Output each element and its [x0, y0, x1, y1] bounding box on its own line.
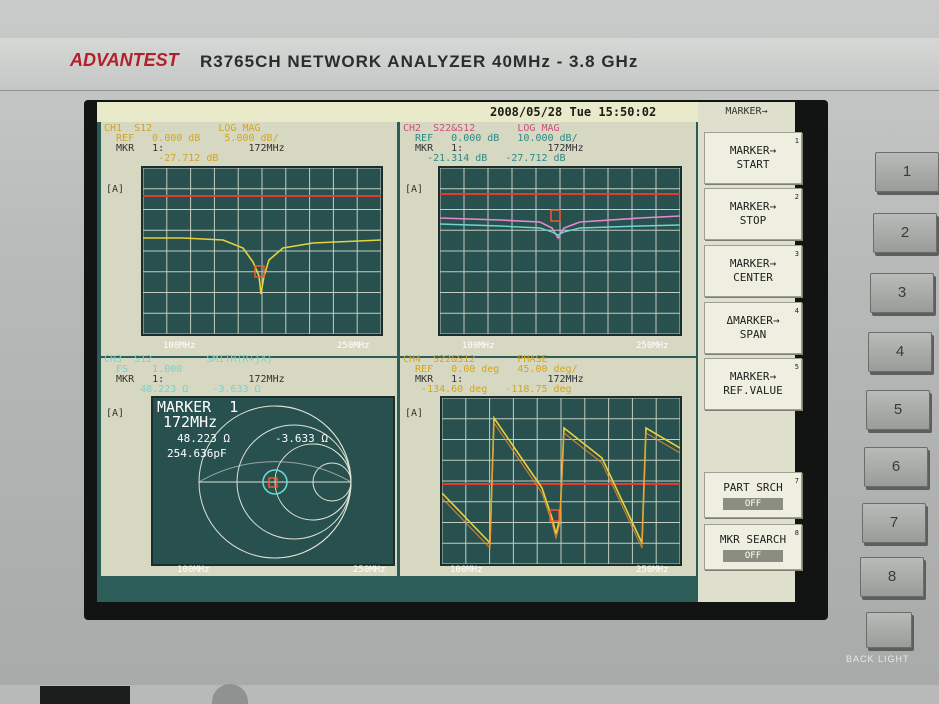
marker-search-label: MKR SEARCH [719, 532, 787, 546]
part-search-state: OFF [723, 497, 783, 510]
softkey-marker-ref-value[interactable]: 5 MARKER→ REF.VALUE [704, 358, 802, 410]
ch4-header-4: -134.60 deg -118.75 deg [403, 384, 572, 395]
hardkey-8[interactable]: 8 [860, 557, 924, 597]
softkey-5-line1: MARKER→ [729, 370, 777, 383]
ch4-panel: CH4 S22&S12 PHASE REF 0.00 deg 45.00 deg… [400, 354, 696, 576]
softkey-part-search[interactable]: 7 PART SRCH OFF [704, 472, 802, 518]
ch1-panel: CH1 S12 LOG MAG REF 0.000 dB 5.000 dB/ M… [101, 122, 397, 356]
smith-marker-resistance: 48.223 Ω [177, 432, 230, 445]
ch1-start-freq: 100MHz [163, 341, 196, 351]
smith-marker-freq: 172MHz [163, 413, 218, 431]
softkey-1-line2: START [736, 158, 770, 171]
ch3-stop-freq: 250MHz [353, 565, 386, 575]
hardkey-2[interactable]: 2 [873, 213, 937, 253]
softkey-3-num: 3 [794, 250, 799, 258]
datetime-readout: 2008/05/28 Tue 15:50:02 [490, 105, 657, 119]
softkey-marker-center[interactable]: 3 MARKER→ CENTER [704, 245, 802, 297]
ch2-panel: CH2 S22&S12 LOG MAG REF 0.000 dB 10.000 … [400, 122, 696, 356]
ch3-start-freq: 100MHz [177, 565, 210, 575]
ch1-header-4: -27.712 dB [104, 153, 219, 164]
softkey-4-num: 4 [794, 307, 799, 315]
softkey-1-num: 1 [794, 137, 799, 145]
smith-marker-capacitance: 254.636pF [167, 447, 227, 460]
hardkey-6[interactable]: 6 [864, 447, 928, 487]
softkey-2-line1: MARKER→ [729, 200, 777, 213]
softkey-5-num: 5 [794, 363, 799, 371]
part-search-label: PART SRCH [723, 480, 783, 494]
softkey-menu-title: MARKER→ [725, 106, 768, 117]
power-switch[interactable] [40, 686, 130, 704]
marker-search-state: OFF [723, 549, 783, 562]
softkey-panel: MARKER→ 1 MARKER→ START 2 MARKER→ STOP 3 MARK… [698, 102, 802, 602]
softkey-4-line2: SPAN [739, 328, 767, 341]
ch4-start-freq: 100MHz [450, 565, 483, 575]
ch4-stop-freq: 250MHz [636, 565, 669, 575]
softkey-marker-search[interactable]: 8 MKR SEARCH OFF [704, 524, 802, 570]
softkey-2-num: 2 [794, 193, 799, 201]
ch2-marker-1 [550, 209, 561, 222]
softkey-2-line2: STOP [739, 214, 767, 227]
softkey-8-num: 8 [794, 529, 799, 537]
ch3-header-4: 48.223 Ω -3.633 Ω [104, 384, 261, 395]
ch2-start-freq: 100MHz [462, 341, 495, 351]
lower-bezel [0, 685, 939, 704]
hardkey-4[interactable]: 4 [868, 332, 932, 372]
softkey-marker-stop[interactable]: 2 MARKER→ STOP [704, 188, 802, 240]
ch2-plot [438, 166, 682, 336]
ch3-channel-tag: [A] [106, 408, 125, 419]
hardkey-7[interactable]: 7 [862, 503, 926, 543]
ch2-channel-tag: [A] [405, 184, 424, 195]
ch1-channel-tag: [A] [106, 184, 125, 195]
ch2-header-4: -21.314 dB -27.712 dB [403, 153, 566, 164]
hardkey-3[interactable]: 3 [870, 273, 934, 313]
ch4-channel-tag: [A] [405, 408, 424, 419]
softkey-3-line1: MARKER→ [729, 257, 777, 270]
backlight-label: BACK LIGHT [846, 654, 910, 664]
ch2-trace-svg [440, 168, 680, 334]
brand-logo: ADVANTEST [70, 50, 179, 70]
softkey-delta-marker-span[interactable]: 4 ΔMARKER→ SPAN [704, 302, 802, 354]
ch1-plot [141, 166, 383, 336]
hardkey-1[interactable]: 1 [875, 152, 939, 192]
ch3-plot: MARKER 1 172MHz 48.223 Ω -3.633 Ω 254.63… [151, 396, 395, 566]
softkey-4-line1: ΔMARKER→ [726, 314, 780, 327]
smith-marker-reactance: -3.633 Ω [275, 432, 328, 445]
ch2-stop-freq: 250MHz [636, 341, 669, 351]
ch3-panel: CH3 S12 SMITH(R+jX) FS 1.000 MKR 1: 172M… [101, 354, 397, 576]
softkey-marker-start[interactable]: 1 MARKER→ START [704, 132, 802, 184]
ch4-trace-svg [442, 398, 680, 564]
softkey-1-line1: MARKER→ [729, 144, 777, 157]
ch4-plot [440, 396, 682, 566]
ch1-stop-freq: 250MHz [337, 341, 370, 351]
softkey-7-num: 7 [794, 477, 799, 485]
model-title: R3765CH NETWORK ANALYZER 40MHz - 3.8 GHz [200, 52, 639, 71]
ch1-trace-svg [143, 168, 381, 334]
softkey-5-line2: REF.VALUE [723, 384, 783, 397]
hardkey-5[interactable]: 5 [866, 390, 930, 430]
display-screen: 2008/05/28 Tue 15:50:02 CH1 S12 LOG MAG … [97, 102, 802, 602]
softkey-3-line2: CENTER [733, 271, 773, 284]
backlight-button[interactable] [866, 612, 912, 648]
